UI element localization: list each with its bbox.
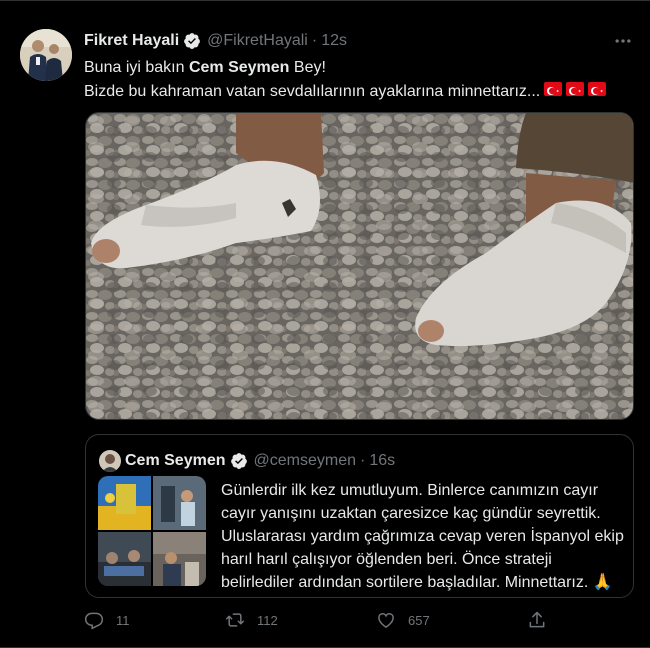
author-name[interactable]: Fikret Hayali [84, 32, 179, 50]
heart-icon [378, 613, 394, 628]
quoted-media-thumb[interactable] [153, 532, 206, 586]
author-handle[interactable]: @FikretHayali [207, 32, 308, 50]
tweet-line-1-prefix: Buna iyi bakın [84, 59, 189, 76]
quoted-author-avatar[interactable] [99, 450, 121, 472]
tweet-line-2-text: Bizde bu kahraman vatan sevdalılarının a… [84, 83, 541, 100]
quoted-tweet-time[interactable]: 16s [369, 452, 395, 470]
tweet-line-1-suffix: Bey! [289, 59, 326, 76]
reply-icon [84, 612, 104, 630]
quoted-author-handle[interactable]: @cemseymen [254, 452, 357, 470]
tweet-time[interactable]: 12s [321, 32, 347, 50]
share-icon [529, 611, 545, 628]
tweet-line-1: Buna iyi bakın Cem Seymen Bey! [84, 56, 624, 80]
quoted-tweet[interactable]: Cem Seymen @cemseymen · 16s Günlerdir il… [85, 434, 634, 598]
retweet-count: 112 [257, 612, 278, 628]
turkey-flag-icon [566, 82, 585, 96]
bandaged-feet-on-gravel-photo [86, 113, 633, 419]
reply-button[interactable]: 11 [84, 610, 130, 630]
author-avatar-photo [20, 29, 72, 81]
separator: · [360, 452, 366, 469]
mention-name: Cem Seymen [188, 59, 290, 76]
quoted-media-grid[interactable] [98, 476, 206, 586]
turkey-flag-icon [588, 82, 607, 96]
verified-badge-icon [184, 33, 201, 49]
quoted-media-thumb[interactable] [98, 532, 151, 586]
tweet-actions: 11 112 657 [84, 610, 554, 634]
quoted-media-thumb[interactable] [153, 476, 206, 530]
share-button[interactable] [527, 610, 559, 630]
quoted-tweet-text: Günlerdir ilk kez umutluyum. Binlerce ca… [221, 482, 624, 591]
more-options-icon[interactable] [612, 31, 634, 51]
quoted-media-thumb[interactable] [98, 476, 151, 530]
retweet-icon [225, 613, 245, 627]
tweet-media-photo[interactable] [85, 112, 634, 420]
like-button[interactable]: 657 [376, 610, 430, 630]
author-avatar[interactable] [20, 29, 72, 81]
separator: · [311, 32, 318, 49]
tweet[interactable]: Fikret Hayali @FikretHayali · 12s Buna i… [0, 0, 650, 648]
quoted-author-name[interactable]: Cem Seymen [125, 452, 226, 470]
reply-count: 11 [116, 612, 130, 628]
retweet-button[interactable]: 112 [225, 610, 278, 630]
quoted-tweet-header: Cem Seymen @cemseymen · 16s [125, 452, 395, 470]
like-count: 657 [408, 612, 430, 628]
tweet-line-2: Bizde bu kahraman vatan sevdalılarının a… [84, 80, 624, 104]
quoted-author-avatar-photo [99, 450, 121, 472]
tweet-text: Buna iyi bakın Cem Seymen Bey! Bizde bu … [84, 56, 624, 104]
turkey-flag-icon [544, 82, 563, 96]
tweet-header: Fikret Hayali @FikretHayali · 12s [84, 32, 347, 50]
verified-badge-icon [230, 453, 247, 469]
